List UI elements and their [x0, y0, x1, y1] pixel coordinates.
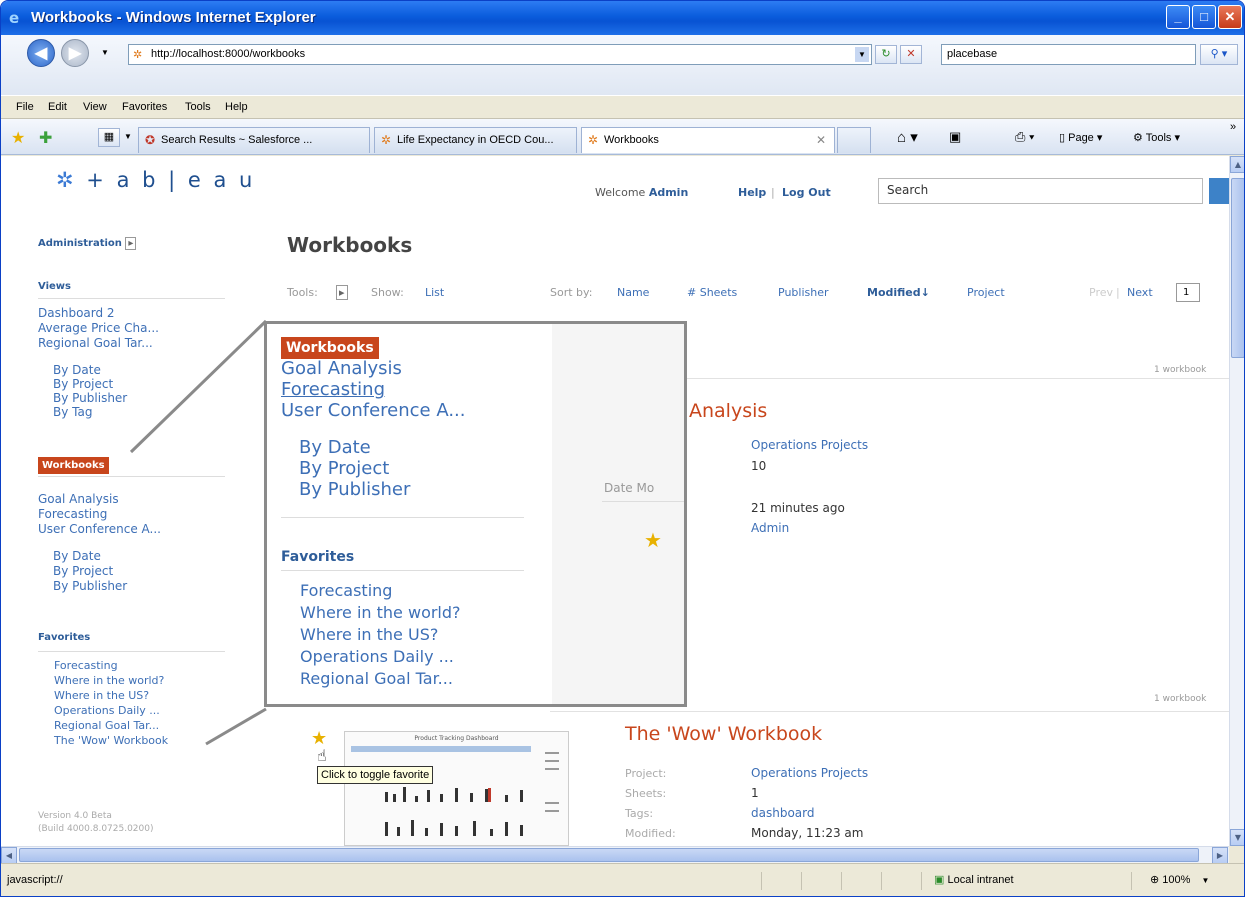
callout-favorite-link[interactable]: Operations Daily ...: [300, 647, 454, 666]
address-text: http://localhost:8000/workbooks: [151, 48, 306, 60]
callout-favorite-link[interactable]: Where in the world?: [300, 603, 461, 622]
menu-view[interactable]: View: [83, 101, 107, 113]
maximize-button[interactable]: □: [1192, 5, 1216, 29]
ie-icon: e: [9, 9, 20, 27]
tab-salesforce[interactable]: ✪ Search Results ~ Salesforce ...: [138, 127, 370, 153]
callout-by-publisher[interactable]: By Publisher: [299, 479, 410, 500]
scroll-thumb[interactable]: [1231, 178, 1244, 358]
print-icon[interactable]: ⎙ ▾: [1015, 129, 1034, 145]
page-menu[interactable]: ▯ Page ▾: [1059, 131, 1102, 144]
zone-cell[interactable]: ▣ Local intranet: [921, 872, 1111, 890]
zoom-dropdown-icon[interactable]: ▼: [1201, 876, 1209, 885]
divider: [602, 501, 684, 502]
minimize-button[interactable]: _: [1166, 5, 1190, 29]
feeds-icon[interactable]: ▣: [949, 129, 961, 145]
zoom-callout: Date Mo ★ Workbooks Goal Analysis Foreca…: [264, 321, 687, 707]
tab-list-icon[interactable]: ▼: [124, 132, 132, 141]
scroll-down-icon[interactable]: ▼: [1230, 829, 1244, 846]
zoom-control[interactable]: ⊕ 100% ▼: [1131, 872, 1241, 890]
tab-close-icon[interactable]: ✕: [816, 133, 826, 147]
scroll-up-icon[interactable]: ▲: [1230, 156, 1244, 173]
callout-by-date[interactable]: By Date: [299, 437, 371, 458]
title-bar: e Workbooks - Windows Internet Explorer …: [1, 1, 1244, 35]
status-cell: [881, 872, 921, 890]
page-icon: ✲: [381, 133, 392, 147]
page-content: ✲ + a b | e a u Welcome Admin Help | Log…: [1, 156, 1229, 846]
menu-tools[interactable]: Tools: [185, 101, 211, 113]
address-field[interactable]: ✲ http://localhost:8000/workbooks ▼: [128, 44, 872, 65]
status-text: javascript://: [7, 874, 63, 886]
callout-favorite-link[interactable]: Regional Goal Tar...: [300, 669, 453, 688]
home-icon[interactable]: ⌂ ▾: [897, 128, 918, 146]
chevron-more-icon[interactable]: »: [1230, 121, 1236, 133]
favorite-star-icon[interactable]: ★: [644, 528, 662, 552]
menu-help[interactable]: Help: [225, 101, 248, 113]
intranet-icon: ▣: [934, 874, 945, 886]
callout-favorites-heading: Favorites: [281, 549, 355, 565]
new-tab-button[interactable]: [837, 127, 871, 153]
quick-tabs-icon[interactable]: ▦: [98, 128, 120, 147]
menu-favorites[interactable]: Favorites: [122, 101, 167, 113]
horizontal-scrollbar[interactable]: ◀ ▶: [1, 846, 1229, 864]
page-icon: ✲: [588, 133, 599, 147]
menu-edit[interactable]: Edit: [48, 101, 67, 113]
scroll-left-icon[interactable]: ◀: [1, 847, 17, 864]
page-icon: ✲: [133, 49, 143, 61]
salesforce-icon: ✪: [145, 133, 156, 147]
add-favorite-icon[interactable]: ✚: [39, 128, 52, 148]
callout-favorite-link[interactable]: Forecasting: [300, 581, 392, 600]
callout-workbook-link[interactable]: Goal Analysis: [281, 358, 402, 379]
divider: [281, 517, 524, 518]
menu-file[interactable]: File: [16, 101, 34, 113]
vertical-scrollbar[interactable]: ▲ ▼: [1229, 156, 1244, 846]
close-button[interactable]: ✕: [1218, 5, 1242, 29]
window-title: Workbooks - Windows Internet Explorer: [31, 9, 316, 26]
callout-workbooks-heading: Workbooks: [281, 337, 379, 359]
callout-background-panel: Date Mo ★: [552, 324, 684, 704]
refresh-icon[interactable]: ↻: [875, 45, 897, 64]
tab-life-expectancy[interactable]: ✲ Life Expectancy in OECD Cou...: [374, 127, 577, 153]
callout-workbook-link[interactable]: Forecasting: [281, 379, 385, 400]
scroll-right-icon[interactable]: ▶: [1212, 847, 1228, 864]
browser-search-input[interactable]: placebase: [941, 44, 1196, 65]
favorites-star-icon[interactable]: ★: [11, 128, 25, 148]
zoom-level: 100%: [1162, 874, 1191, 886]
back-button[interactable]: ◀: [27, 39, 55, 67]
address-toolbar: ◀ ▶ ▼ ✲ http://localhost:8000/workbooks …: [1, 35, 1244, 95]
menu-bar: File Edit View Favorites Tools Help: [1, 95, 1244, 119]
status-cell: [761, 872, 801, 890]
zone-label: Local intranet: [947, 874, 1014, 886]
date-partial-label: Date Mo: [604, 481, 655, 495]
divider: [281, 570, 524, 571]
callout-favorite-link[interactable]: Where in the US?: [300, 625, 438, 644]
tools-menu[interactable]: ⚙ Tools ▾: [1133, 131, 1180, 144]
address-dropdown-icon[interactable]: ▼: [855, 47, 869, 62]
scroll-thumb[interactable]: [19, 848, 1199, 862]
callout-by-project[interactable]: By Project: [299, 458, 389, 479]
stop-icon[interactable]: ✕: [900, 45, 922, 64]
forward-button[interactable]: ▶: [61, 39, 89, 67]
browser-window: e Workbooks - Windows Internet Explorer …: [0, 0, 1245, 897]
history-dropdown-icon[interactable]: ▼: [101, 48, 109, 57]
zoom-icon: ⊕: [1150, 874, 1160, 886]
callout-workbook-link[interactable]: User Conference A...: [281, 400, 466, 421]
status-cell: [801, 872, 841, 890]
status-bar: javascript:// ▣ Local intranet ⊕ 100% ▼: [1, 863, 1244, 896]
browser-search-button[interactable]: ⚲ ▾: [1200, 44, 1238, 65]
tab-bar: ★ ✚ ▦ ▼ ✪ Search Results ~ Salesforce ..…: [1, 119, 1244, 155]
tab-workbooks[interactable]: ✲ Workbooks ✕: [581, 127, 835, 153]
status-cell: [841, 872, 881, 890]
